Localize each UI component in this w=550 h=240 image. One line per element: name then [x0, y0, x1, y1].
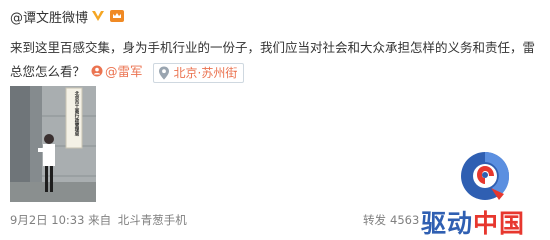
- forward-count: 4563: [390, 213, 420, 227]
- mention-text: @雷军: [105, 64, 143, 79]
- post-text: 来到这里百感交集，身为手机行业的一份子，我们应当对社会和大众承担怎样的义务和责任…: [10, 40, 536, 79]
- post-content: 来到这里百感交集，身为手机行业的一份子，我们应当对社会和大众承担怎样的义务和责任…: [10, 36, 542, 84]
- verified-v-icon[interactable]: [91, 9, 105, 23]
- mention-link[interactable]: @雷军: [91, 64, 147, 79]
- source-label: 来自: [88, 213, 112, 227]
- forward-button[interactable]: 转发 4563: [363, 212, 419, 228]
- post-meta: 9月2日 10:33 来自 北斗青葱手机: [10, 212, 187, 228]
- forward-label: 转发: [363, 213, 386, 227]
- post-photo[interactable]: 北京市工商行政管理局: [10, 86, 96, 202]
- watermark-text-red: 中国: [473, 209, 526, 238]
- watermark-text-blue: 驱动: [421, 209, 474, 238]
- qudong-logo-icon: [461, 152, 510, 200]
- post-source[interactable]: 北斗青葱手机: [118, 213, 187, 227]
- location-text: 北京·苏州街: [173, 65, 238, 80]
- post-author-name[interactable]: @谭文胜微博: [10, 7, 88, 26]
- mention-icon: [91, 65, 103, 77]
- post-time[interactable]: 10:33: [51, 213, 84, 227]
- photo-sign-text: 北京市工商行政管理局: [74, 91, 79, 136]
- watermark-text: 驱动中国: [421, 204, 525, 240]
- location-tag[interactable]: 北京·苏州街: [152, 62, 245, 83]
- post-date[interactable]: 9月2日: [10, 213, 48, 227]
- location-pin-icon: [158, 66, 169, 79]
- watermark-logo: 驱动中国: [418, 146, 546, 238]
- vip-crown-icon[interactable]: [109, 9, 125, 23]
- post-author-row: @谭文胜微博: [10, 6, 125, 26]
